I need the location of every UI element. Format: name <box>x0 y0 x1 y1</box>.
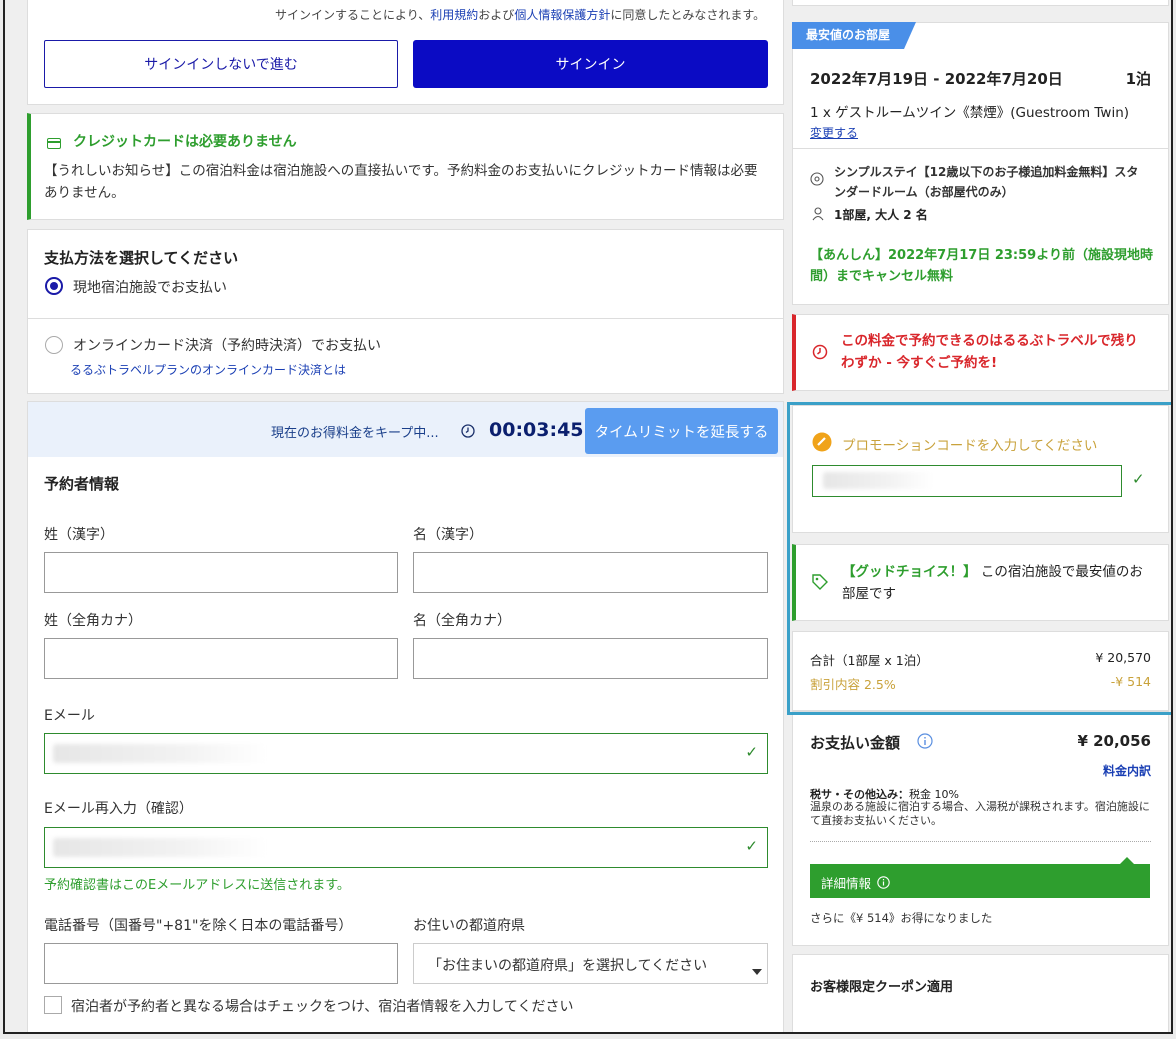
alarm-icon <box>812 344 828 364</box>
good-choice-text: 【グッドチョイス！】 この宿泊施設で最安値のお部屋です <box>842 561 1152 605</box>
total-value: ¥ 20,570 <box>1095 650 1151 665</box>
details-caret <box>1120 857 1134 864</box>
change-room-link[interactable]: 変更する <box>810 124 858 141</box>
credit-notice-title: クレジットカードは必要ありません <box>73 134 297 150</box>
payment-method-card: 支払方法を選択してください 現地宿泊施設でお支払い オンラインカード決済（予約時… <box>27 229 784 394</box>
first-name-kanji-input[interactable] <box>413 552 768 593</box>
first-name-kana-input[interactable] <box>413 638 768 679</box>
last-name-kana-label: 姓（全角カナ） <box>44 613 142 629</box>
credit-card-notice: クレジットカードは必要ありません 【うれしいお知らせ】この宿泊料金は宿泊施設への… <box>27 113 784 220</box>
terms-link[interactable]: 利用規約 <box>430 8 478 22</box>
pay-value: ¥ 20,056 <box>1077 732 1151 750</box>
scarcity-alert: この料金で予約できるのはるるぶトラベルで残りわずか - 今すぐご予約を! <box>792 314 1169 391</box>
promo-icon <box>812 432 832 456</box>
payment-heading: 支払方法を選択してください <box>44 249 239 267</box>
info-icon <box>877 874 890 893</box>
email-confirm-redacted <box>53 838 267 857</box>
email-confirm-label: Eメール再入力（確認） <box>44 801 193 817</box>
extend-button[interactable]: タイムリミットを延長する <box>585 408 778 454</box>
savings-note: さらに《¥ 514》お得になりました <box>810 911 993 925</box>
good-choice-card: 【グッドチョイス！】 この宿泊施設で最安値のお部屋です <box>792 544 1169 621</box>
payment-amount-card: お支払い金額 ¥ 20,056 料金内訳 税サ・その他込み：税金 10% 温泉の… <box>792 711 1169 946</box>
check-icon: ✓ <box>745 743 758 761</box>
price-totals-card: 合計（1部屋 x 1泊） ¥ 20,570 割引内容 2.5% -¥ 514 <box>792 631 1169 711</box>
last-name-kana-input[interactable] <box>44 638 398 679</box>
person-icon <box>812 206 824 225</box>
check-icon: ✓ <box>745 837 758 855</box>
privacy-link[interactable]: 個人情報保護方針 <box>514 8 610 22</box>
guest-different-label[interactable]: 宿泊者が予約者と異なる場合はチェックをつけ、宿泊者情報を入力してください <box>71 996 573 1016</box>
card-icon <box>47 134 61 153</box>
discount-label: 割引内容 2.5% <box>810 677 896 692</box>
coupon-card: お客様限定クーポン適用 <box>792 954 1169 1032</box>
divider <box>28 318 783 319</box>
cheapest-badge: 最安値のお部屋 <box>792 22 916 49</box>
scarcity-text: この料金で予約できるのはるるぶトラベルで残りわずか - 今すぐご予約を! <box>841 333 1138 371</box>
room-card: 最安値のお部屋 2022年7月19日 - 2022年7月20日 1泊 1 x ゲ… <box>792 22 1169 305</box>
cancel-policy: 【あんしん】2022年7月17日 23:59より前（施設現地時間）までキャンセル… <box>810 248 1153 284</box>
stay-dates: 2022年7月19日 - 2022年7月20日 <box>810 70 1063 88</box>
coupon-heading: お客様限定クーポン適用 <box>810 980 954 995</box>
promo-card: プロモーションコードを入力してください ✓ <box>792 405 1169 533</box>
signin-notice: サインインすることにより、利用規約および個人情報保護方針に同意したとみなされます… <box>275 8 766 22</box>
room-summary-card <box>792 0 1169 6</box>
prefecture-label: お住いの都道府県 <box>413 918 525 934</box>
divider <box>793 148 1168 149</box>
last-name-kanji-input[interactable] <box>44 552 398 593</box>
credit-notice-body: 【うれしいお知らせ】この宿泊料金は宿泊施設への直接払いです。予約料金のお支払いに… <box>44 163 758 201</box>
details-label: 詳細情報 <box>821 876 872 891</box>
chevron-down-icon <box>752 960 762 979</box>
phone-input[interactable] <box>44 943 398 984</box>
first-name-kana-label: 名（全角カナ） <box>413 613 511 629</box>
check-icon: ✓ <box>1132 470 1145 488</box>
email-hint: 予約確認書はこのEメールアドレスに送信されます。 <box>44 878 350 893</box>
option-onsite-label[interactable]: 現地宿泊施設でお支払い <box>73 277 227 297</box>
dotted-divider <box>810 841 1151 842</box>
guest-count: 1部屋, 大人 2 名 <box>834 208 928 222</box>
radio-online[interactable] <box>45 336 63 354</box>
promo-code-input[interactable] <box>812 465 1122 497</box>
room-name: 1 x ゲストルームツイン《禁煙》(Guestroom Twin) <box>810 105 1130 121</box>
booker-heading: 予約者情報 <box>44 475 120 493</box>
breakdown-link[interactable]: 料金内訳 <box>1103 762 1151 779</box>
phone-label: 電話番号（国番号"+81"を除く日本の電話番号） <box>44 918 353 934</box>
guest-different-checkbox[interactable] <box>44 996 62 1014</box>
page-frame: サインインすることにより、利用規約および個人情報保護方針に同意したとみなされます… <box>3 0 1173 1034</box>
email-confirm-input[interactable]: ✓ <box>44 827 768 868</box>
nights: 1泊 <box>1125 70 1151 88</box>
tag-icon <box>810 171 824 190</box>
promo-redacted <box>823 472 933 489</box>
pay-label: お支払い金額 <box>810 734 901 752</box>
prefecture-value: 「お住まいの都道府県」を選択してください <box>428 958 708 974</box>
email-redacted <box>53 744 267 763</box>
price-tag-icon <box>812 574 828 594</box>
booker-card: 現在のお得料金をキープ中... 00:03:45 タイムリミットを延長する 予約… <box>27 401 784 1032</box>
total-label: 合計（1部屋 x 1泊） <box>810 653 929 668</box>
online-payment-link[interactable]: るるぶトラベルプランのオンラインカード決済とは <box>70 361 346 378</box>
signin-button[interactable]: サインイン <box>413 40 768 88</box>
skip-signin-button[interactable]: サインインしないで進む <box>44 40 398 88</box>
info-icon[interactable] <box>917 733 933 753</box>
promo-label: プロモーションコードを入力してください <box>842 438 1098 454</box>
radio-onsite[interactable] <box>45 277 63 295</box>
email-input[interactable]: ✓ <box>44 733 768 774</box>
keep-text: 現在のお得料金をキープ中... <box>271 426 439 441</box>
last-name-kanji-label: 姓（漢字） <box>44 527 114 543</box>
discount-value: -¥ 514 <box>1110 674 1151 689</box>
onsen-note: 温泉のある施設に宿泊する場合、入湯税が課税されます。宿泊施設にて直接お支払いくだ… <box>810 800 1150 827</box>
plan-name: シンプルステイ【12歳以下のお子様追加料金無料】スタンダードルーム（お部屋代のみ… <box>834 165 1139 199</box>
timer-value: 00:03:45 <box>489 419 584 441</box>
email-label: Eメール <box>44 708 95 724</box>
first-name-kanji-label: 名（漢字） <box>413 527 483 543</box>
details-button[interactable]: 詳細情報 <box>810 857 1150 898</box>
signin-card: サインインすることにより、利用規約および個人情報保護方針に同意したとみなされます… <box>27 0 784 105</box>
option-online-label[interactable]: オンラインカード決済（予約時決済）でお支払い <box>73 335 381 355</box>
clock-icon <box>461 423 475 442</box>
prefecture-select[interactable]: 「お住まいの都道府県」を選択してください <box>413 943 768 984</box>
good-choice-highlight: 【グッドチョイス！】 <box>842 564 977 580</box>
